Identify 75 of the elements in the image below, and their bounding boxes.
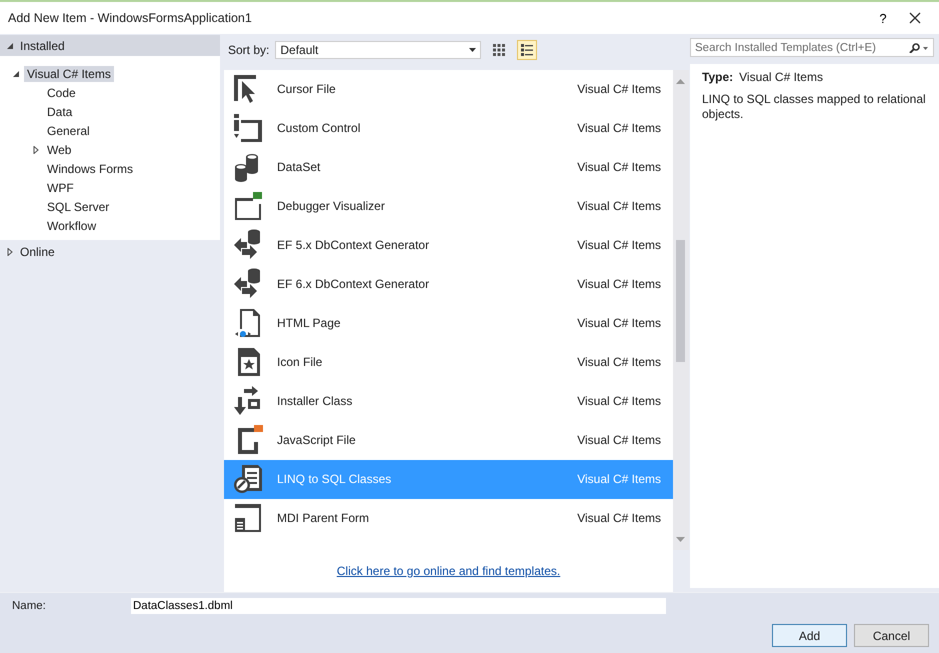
template-category: Visual C# Items — [577, 472, 661, 486]
sort-label: Sort by: — [228, 42, 270, 57]
data-document-icon — [232, 463, 264, 496]
template-item[interactable]: Installer Class Visual C# Items — [224, 382, 673, 421]
sort-dropdown[interactable]: Default — [275, 40, 482, 59]
scrollbar-thumb[interactable] — [676, 240, 685, 362]
tree-item[interactable]: Visual C# Items — [24, 66, 114, 82]
template-name: Icon File — [277, 355, 324, 370]
template-name: MDI Parent Form — [277, 511, 370, 526]
template-name: Installer Class — [277, 394, 354, 408]
template-description: LINQ to SQL classes mapped to relational objects. — [702, 92, 927, 122]
grid-icon — [492, 42, 506, 57]
search-field[interactable]: Search Installed Templates (Ctrl+E) — [690, 38, 934, 57]
close-icon[interactable] — [909, 12, 921, 24]
template-item[interactable]: JavaScript File Visual C# Items — [224, 420, 673, 460]
name-field[interactable]: DataClasses1.dbml — [131, 598, 666, 614]
control-icon — [232, 112, 264, 144]
template-name: EF 5.x DbContext Generator — [277, 238, 430, 252]
expanded-arrow-icon[interactable] — [6, 42, 14, 50]
template-category: Visual C# Items — [577, 511, 661, 526]
tree-item[interactable]: Workflow — [44, 218, 100, 234]
online-templates-link[interactable]: Click here to go online and find templates. — [336, 564, 560, 578]
template-category: Visual C# Items — [577, 316, 661, 330]
tree-item[interactable]: WPF — [44, 180, 77, 196]
template-name: EF 6.x DbContext Generator — [277, 277, 430, 292]
name-label: Name: — [12, 600, 47, 612]
list-icon — [520, 42, 534, 57]
template-item[interactable]: Custom Control Visual C# Items — [224, 108, 673, 148]
template-item[interactable]: Icon File Visual C# Items — [224, 342, 673, 382]
template-name: JavaScript File — [277, 433, 357, 448]
template-item[interactable]: MDI Parent Form Visual C# Items — [224, 498, 673, 538]
template-name: HTML Page — [277, 316, 342, 330]
template-item[interactable]: Debugger Visualizer Visual C# Items — [224, 186, 673, 226]
template-item[interactable]: EF 5.x DbContext Generator Visual C# Items — [224, 226, 673, 265]
template-category: Visual C# Items — [577, 199, 661, 214]
template-category: Visual C# Items — [577, 238, 661, 252]
template-name: Custom Control — [277, 121, 362, 136]
collapsed-arrow-icon[interactable] — [6, 248, 14, 256]
window-title: Add New Item - WindowsFormsApplication1 — [8, 11, 253, 25]
template-category: Visual C# Items — [577, 277, 661, 292]
template-item[interactable]: DataSet Visual C# Items — [224, 148, 673, 187]
caret-icon — [469, 48, 476, 52]
template-item[interactable]: EF 6.x DbContext Generator Visual C# Items — [224, 264, 673, 304]
template-name: Cursor File — [277, 82, 337, 96]
template-name: Debugger Visualizer — [277, 199, 386, 214]
type-label: Type: — [702, 70, 734, 85]
expanded-arrow-icon[interactable] — [12, 70, 20, 78]
tree-item[interactable]: Code — [44, 84, 79, 100]
tree-item[interactable]: Data — [44, 104, 76, 120]
template-category: Visual C# Items — [577, 121, 661, 136]
window-icon — [232, 190, 264, 222]
template-item[interactable]: HTML Page Visual C# Items — [224, 304, 673, 343]
template-name: DataSet — [277, 160, 322, 174]
list-view-button[interactable] — [517, 40, 538, 60]
search-icon[interactable] — [907, 42, 929, 52]
form-window-icon — [232, 502, 264, 534]
type-value: Visual C# Items — [739, 70, 823, 85]
tree-item[interactable]: Windows Forms — [44, 160, 136, 176]
template-category: Visual C# Items — [577, 433, 661, 448]
tree-item[interactable]: SQL Server — [44, 198, 112, 214]
tree-header[interactable]: Installed — [20, 38, 65, 52]
template-category: Visual C# Items — [577, 394, 661, 408]
scrollbar[interactable] — [673, 70, 689, 550]
template-category: Visual C# Items — [577, 160, 661, 174]
collapsed-arrow-icon[interactable] — [32, 146, 40, 154]
tree-header[interactable]: Online — [20, 244, 55, 258]
template-category: Visual C# Items — [577, 82, 661, 96]
template-category: Visual C# Items — [577, 355, 661, 370]
add-button[interactable]: Add — [772, 624, 847, 647]
tree-item[interactable]: Web — [44, 142, 74, 158]
tree-item[interactable]: General — [44, 122, 93, 138]
cancel-button[interactable]: Cancel — [854, 624, 929, 647]
template-name: LINQ to SQL Classes — [277, 472, 392, 486]
template-item[interactable]: Cursor File Visual C# Items — [224, 70, 673, 109]
help-button[interactable]: ? — [869, 10, 897, 26]
